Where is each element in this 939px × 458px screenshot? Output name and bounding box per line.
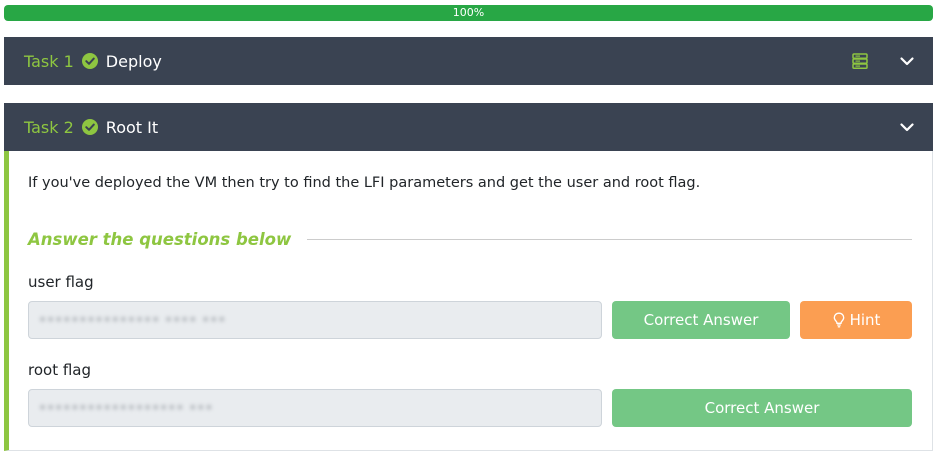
progress-bar: 100% xyxy=(4,5,933,21)
task-title: Root It xyxy=(105,117,159,137)
question-label-root-flag: root flag xyxy=(28,361,92,379)
task-2: Task 2 Root It If you've deployed the VM… xyxy=(4,103,933,451)
task-number: Task 2 xyxy=(24,117,74,137)
heading-divider xyxy=(307,239,912,240)
check-circle-icon xyxy=(81,53,98,69)
task-1-header[interactable]: Task 1 Deploy xyxy=(4,37,933,85)
chevron-down-icon[interactable] xyxy=(899,119,915,135)
correct-answer-button[interactable]: Correct Answer xyxy=(612,301,790,339)
answer-heading-text: Answer the questions below xyxy=(28,230,292,249)
task-title: Deploy xyxy=(105,51,162,71)
check-circle-icon xyxy=(81,119,98,135)
question-label-user-flag: user flag xyxy=(28,273,94,291)
task-description: If you've deployed the VM then try to fi… xyxy=(28,175,701,191)
answer-heading: Answer the questions below xyxy=(28,230,912,249)
lightbulb-icon xyxy=(833,312,844,328)
root-flag-input[interactable]: •••••••••••••••••• ••• xyxy=(28,389,602,427)
task-2-body: If you've deployed the VM then try to fi… xyxy=(4,151,933,451)
correct-answer-button[interactable]: Correct Answer xyxy=(612,389,912,427)
answer-value: ••••••••••••••• •••• ••• xyxy=(39,313,227,327)
task-1: Task 1 Deploy xyxy=(4,37,933,85)
chevron-down-icon[interactable] xyxy=(899,53,915,69)
progress-fill: 100% xyxy=(4,5,933,21)
task-number: Task 1 xyxy=(24,51,74,71)
task-2-header[interactable]: Task 2 Root It xyxy=(4,103,933,151)
answer-value: •••••••••••••••••• ••• xyxy=(39,401,214,415)
hint-button[interactable]: Hint xyxy=(800,301,912,339)
hint-label: Hint xyxy=(849,311,881,329)
user-flag-input[interactable]: ••••••••••••••• •••• ••• xyxy=(28,301,602,339)
server-icon[interactable] xyxy=(851,52,869,70)
